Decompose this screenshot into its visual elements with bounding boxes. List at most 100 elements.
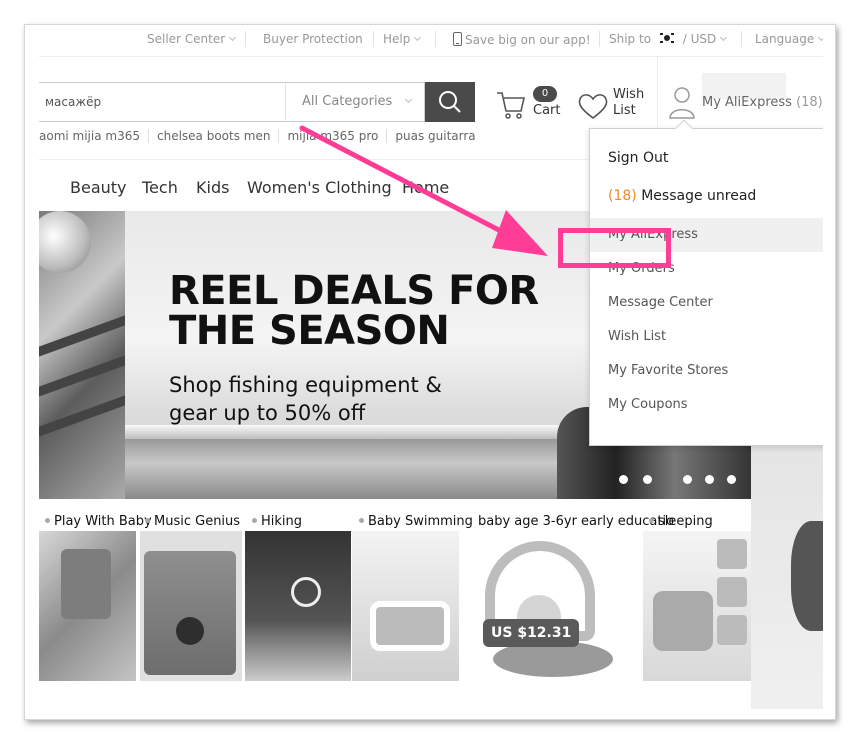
unread-label: Message unread [641,188,757,204]
wishlist-label-line1: Wish [613,87,645,102]
carousel-dot[interactable] [643,475,652,484]
category-hiking[interactable]: Hiking [252,514,302,529]
my-orders-highlight-box [558,228,671,268]
category-label: sleeping [658,514,713,529]
nav-item-kids[interactable]: Kids [196,178,229,197]
menu-item-favorite-stores[interactable]: My Favorite Stores [590,354,823,388]
search-bar: All Categories [39,82,425,122]
chevron-down-icon [720,33,728,42]
hot-search-link[interactable]: chelsea boots men [149,129,280,143]
product-thumb-sleeping[interactable] [643,531,751,681]
heart-icon [578,94,608,120]
variant-thumb [717,615,747,645]
category-play-with-baby[interactable]: Play With Baby [45,514,152,529]
product-thumb-play-gym[interactable] [465,531,615,681]
kalimba-image [144,551,236,675]
bath-image [370,601,450,651]
cart-button[interactable]: 0 Cart [495,85,565,125]
chevron-down-icon [229,33,237,42]
account-dropdown: Sign Out (18) Message unread My AliExpre… [589,119,823,446]
search-icon [439,91,461,113]
product-thumb-hiking[interactable] [245,531,351,681]
nav-item-home[interactable]: Home [402,178,449,197]
banner-title-line2: THE SEASON [169,308,450,354]
cart-count-badge: 0 [533,86,557,102]
divider [741,31,742,47]
search-input[interactable] [39,83,284,121]
carousel-dot[interactable] [619,475,628,484]
model-image [791,521,823,631]
chevron-down-icon [405,95,413,104]
divider [373,31,374,47]
flag-icon [658,32,675,44]
category-select-label: All Categories [302,94,393,109]
divider [599,31,600,47]
product-thumb-swimming[interactable] [352,531,459,681]
carousel-dot[interactable] [683,475,692,484]
banner-subtitle-line2: gear up to 50% off [169,401,366,425]
language-selector[interactable]: Language [755,32,823,46]
hot-search-link[interactable]: puas guitarra [387,129,483,143]
user-icon [669,87,695,119]
unread-messages-link[interactable]: (18) Message unread [608,188,756,204]
language-label: Language [755,32,815,46]
bullet-icon [45,518,50,523]
menu-item-coupons[interactable]: My Coupons [590,388,823,422]
category-early-education[interactable]: baby age 3-6yr early educatio [478,514,674,529]
nav-item-tech[interactable]: Tech [142,178,178,197]
product-thumbnails [39,531,751,681]
divider [435,31,436,47]
variant-thumb [717,539,747,569]
phone-icon [453,32,462,46]
category-sleeping[interactable]: sleeping [649,514,713,529]
help-link[interactable]: Help [383,32,422,46]
wishlist-button[interactable]: Wish List [577,85,657,125]
product-thumb-kalimba[interactable] [39,531,136,681]
menu-item-wish-list[interactable]: Wish List [590,320,823,354]
banner-subtitle: Shop fishing equipment & gear up to 50% o… [169,371,442,427]
chevron-down-icon [818,33,823,42]
bassinet-image [653,591,713,651]
product-thumb-music[interactable] [140,531,242,681]
ship-to-selector[interactable]: Ship to / USD [609,32,728,46]
seller-center-link[interactable]: Seller Center [147,32,237,46]
nav-item-womens-clothing[interactable]: Women's Clothing [247,178,392,197]
app-promo-link[interactable]: Save big on our app! [453,32,591,47]
cart-label: Cart [533,103,561,118]
lamp-image [291,577,321,607]
seller-center-label: Seller Center [147,32,226,46]
help-label: Help [383,32,411,46]
category-label: Baby Swimming [368,514,473,529]
bullet-icon [649,518,654,523]
cart-icon [497,92,526,119]
account-menu-trigger[interactable]: My AliExpress (18) [657,57,823,129]
stripe-decoration [39,395,125,437]
stripe-decoration [39,355,125,397]
hot-search-link[interactable]: aomi mijia m365 [39,129,149,143]
stripe-decoration [39,315,125,357]
top-bar: Seller Center Buyer Protection Help Save… [39,25,823,57]
search-button[interactable] [425,82,475,122]
ship-to-label: Ship to [609,32,652,46]
wishlist-label: Wish List [613,87,644,119]
bullet-icon [359,518,364,523]
carousel-dot[interactable] [727,475,736,484]
bullet-icon [252,518,257,523]
account-message-count: (18) [796,95,823,110]
sign-out-link[interactable]: Sign Out [608,150,668,166]
nav-item-beauty[interactable]: Beauty [70,178,127,197]
buyer-protection-link[interactable]: Buyer Protection [263,32,363,46]
hot-search-link[interactable]: mijia m365 pro [279,129,388,143]
category-select[interactable]: All Categories [285,83,425,121]
hot-searches: aomi mijia m365 chelsea boots men mijia m3… [39,129,484,147]
menu-item-message-center[interactable]: Message Center [590,286,823,320]
category-baby-swimming[interactable]: Baby Swimming [359,514,473,529]
category-label: Music Genius [154,514,241,529]
category-music-genius[interactable]: Music Genius [145,514,240,529]
ball-image [39,211,91,273]
unread-count: (18) [608,188,637,204]
chevron-down-icon [414,33,422,42]
app-promo-label: Save big on our app! [465,33,591,47]
carousel-dot[interactable] [705,475,714,484]
divider [245,31,246,47]
